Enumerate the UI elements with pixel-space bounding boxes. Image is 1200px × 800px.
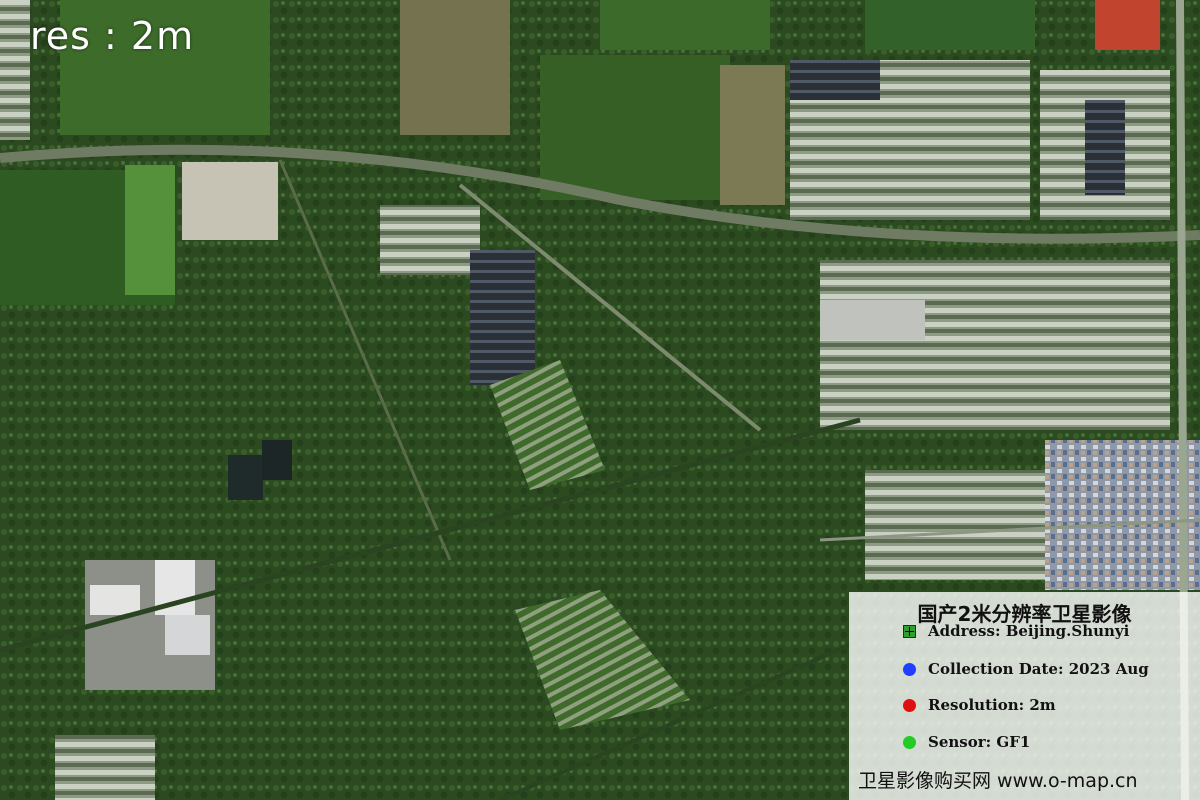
legend-label-resolution: Resolution: 2m (928, 696, 1056, 714)
red-dot-icon (903, 698, 916, 712)
legend-label-collection-date: Collection Date: 2023 Aug (928, 660, 1149, 678)
satellite-map-view[interactable]: res : 2m 国产2米分辨率卫星影像 Address: Beijing.Sh… (0, 0, 1200, 800)
footer-watermark-link[interactable]: 卫星影像购买网 www.o-map.cn (858, 766, 1194, 793)
green-square-plus-icon (903, 624, 916, 638)
resolution-overlay-label: res : 2m (30, 14, 195, 58)
legend-item-address: Address: Beijing.Shunyi (903, 620, 1129, 642)
legend-label-address: Address: Beijing.Shunyi (928, 622, 1130, 640)
legend-item-resolution: Resolution: 2m (903, 694, 1056, 716)
legend-item-sensor: Sensor: GF1 (903, 731, 1030, 753)
legend-label-sensor: Sensor: GF1 (928, 733, 1031, 751)
blue-dot-icon (903, 662, 916, 676)
green-dot-icon (903, 735, 916, 749)
legend-item-collection-date: Collection Date: 2023 Aug (903, 658, 1149, 680)
